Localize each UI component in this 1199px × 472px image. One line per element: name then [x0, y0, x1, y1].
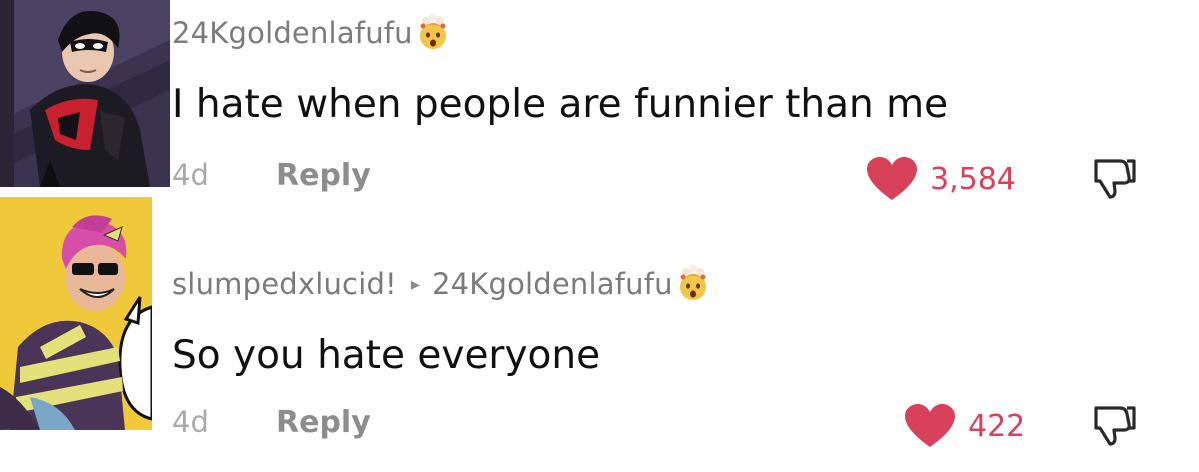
comment-header: slumpedxlucid! ▸ 24Kgoldenlafufu: [172, 265, 712, 303]
reply-button[interactable]: Reply: [276, 158, 371, 193]
comment: slumpedxlucid! ▸ 24Kgoldenlafufu So you …: [172, 245, 1199, 472]
reply-arrow-icon: ▸: [410, 273, 420, 295]
like-button[interactable]: 422: [904, 403, 1025, 449]
exploding-head-icon: [414, 14, 452, 52]
thumbs-down-icon[interactable]: [1090, 155, 1138, 199]
comment-text: So you hate everyone: [172, 333, 601, 378]
comment-actions: 4d Reply 422: [172, 402, 1199, 455]
avatar[interactable]: [0, 0, 170, 187]
comment-actions: 4d Reply 3,584: [172, 155, 1199, 208]
replied-to-username[interactable]: 24Kgoldenlafufu: [432, 267, 673, 301]
reply-button[interactable]: Reply: [276, 405, 371, 440]
heart-icon: [867, 157, 917, 200]
avatar-image: [0, 197, 152, 430]
like-count: 3,584: [930, 161, 1016, 197]
thumbs-down-icon[interactable]: [1090, 402, 1138, 446]
heart-icon: [905, 404, 955, 447]
username[interactable]: slumpedxlucid!: [172, 267, 397, 301]
username[interactable]: 24Kgoldenlafufu: [172, 16, 413, 50]
comment-text: I hate when people are funnier than me: [172, 82, 949, 127]
comment: 24Kgoldenlafufu I hate when people are f…: [172, 0, 1199, 210]
avatar-image: [0, 0, 170, 187]
like-button[interactable]: 3,584: [866, 156, 1016, 202]
avatar[interactable]: [0, 197, 152, 430]
comment-header: 24Kgoldenlafufu: [172, 14, 452, 52]
like-count: 422: [968, 408, 1026, 444]
timestamp: 4d: [172, 405, 209, 439]
timestamp: 4d: [172, 158, 209, 192]
exploding-head-icon: [674, 265, 712, 303]
